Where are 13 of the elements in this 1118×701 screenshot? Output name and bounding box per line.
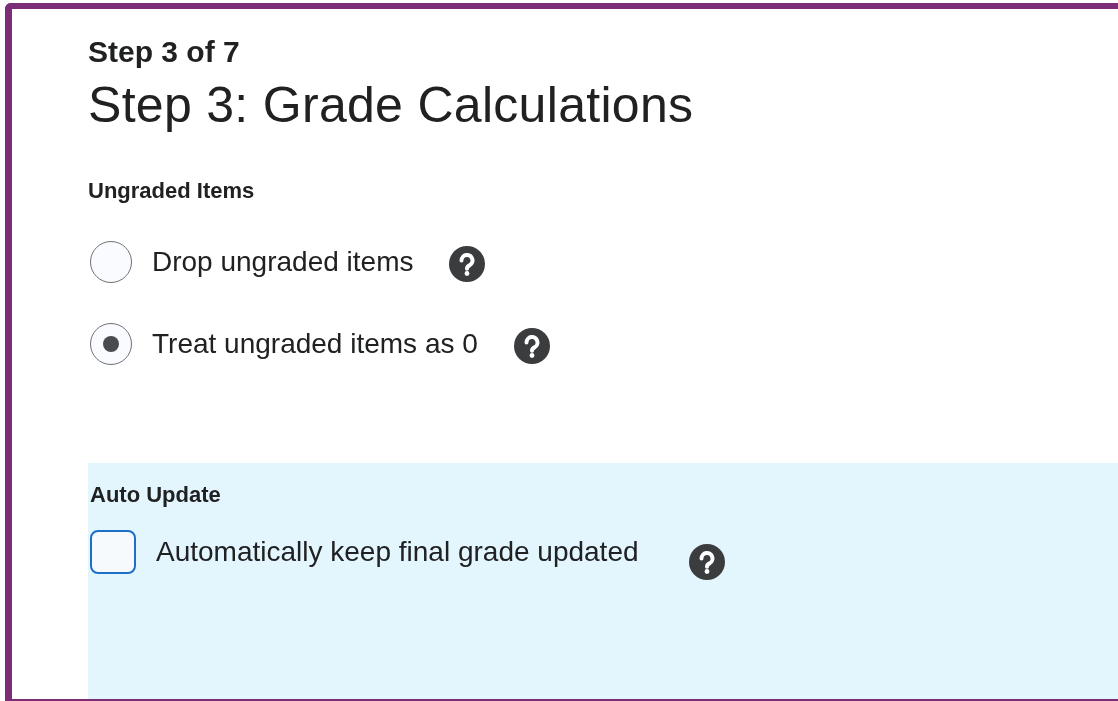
step-indicator: Step 3 of 7 bbox=[88, 34, 241, 70]
section-heading: Auto Update bbox=[90, 481, 222, 509]
checkbox[interactable] bbox=[90, 530, 136, 574]
help-icon[interactable] bbox=[513, 328, 550, 364]
help-icon[interactable] bbox=[688, 544, 725, 580]
radio-label: Treat ungraded items as 0 bbox=[152, 327, 478, 361]
radio-button[interactable] bbox=[90, 241, 132, 283]
checkbox-label: Automatically keep final grade updated bbox=[156, 535, 639, 569]
radio-label: Drop ungraded items bbox=[152, 245, 414, 279]
page-title: Step 3: Grade Calculations bbox=[88, 76, 695, 135]
section-heading: Ungraded Items bbox=[88, 177, 256, 205]
radio-button[interactable] bbox=[90, 323, 132, 365]
help-icon[interactable] bbox=[449, 246, 486, 282]
